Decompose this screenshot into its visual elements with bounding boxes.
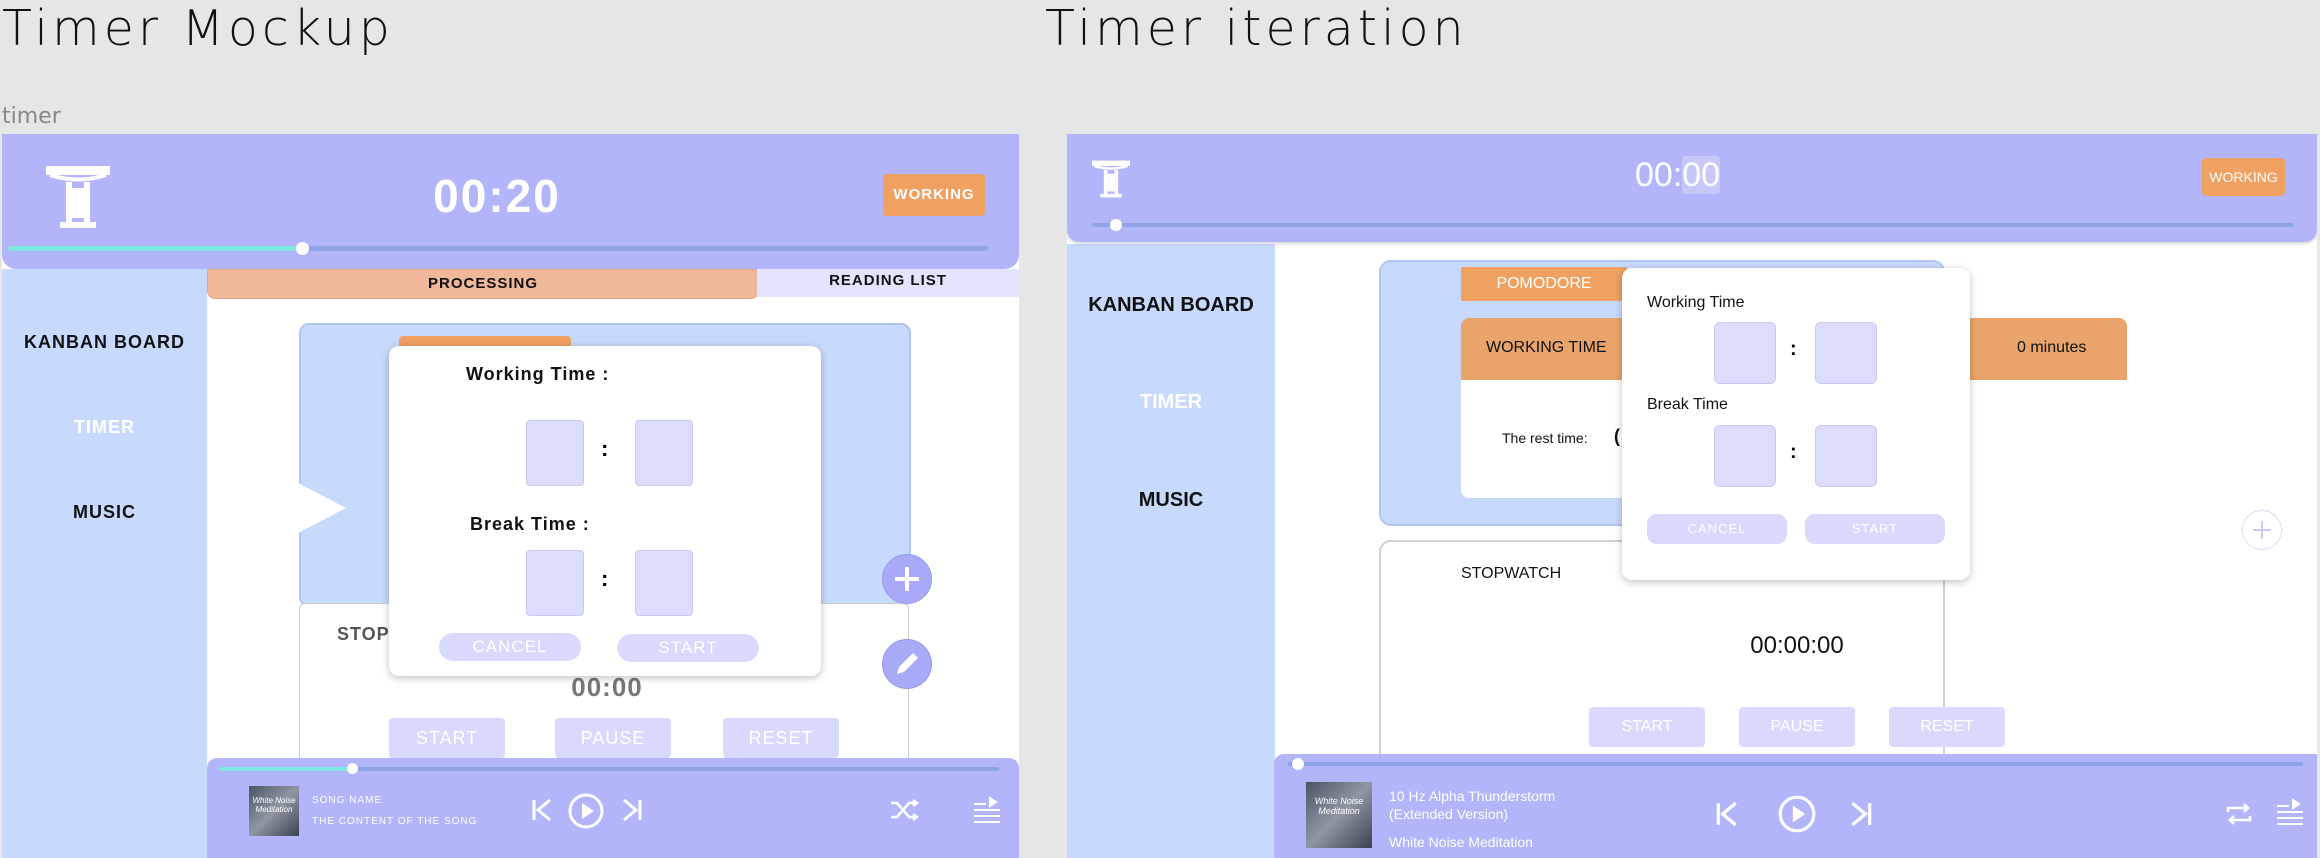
stopwatch-label: STOP <box>337 624 390 644</box>
working-time-label-modal: Working Time <box>1647 294 1745 311</box>
working-minutes-input[interactable] <box>635 420 693 486</box>
song-progress-track <box>219 767 999 771</box>
timer-minutes-selected[interactable]: 00 <box>1682 156 1721 194</box>
stopwatch-start-button[interactable]: START <box>389 718 505 758</box>
iteration-frame: KANBAN BOARD TIMER MUSIC 00:00 WORKING P… <box>1067 134 2317 858</box>
music-player-iteration: White Noise Meditation 10 Hz Alpha Thund… <box>1274 754 2317 858</box>
album-art-iteration: White Noise Meditation <box>1306 782 1372 848</box>
skip-forward-icon-iteration[interactable] <box>1849 801 1873 827</box>
break-colon: : <box>601 566 609 591</box>
break-hours-input-iteration[interactable] <box>1714 425 1776 487</box>
sidebar-iteration <box>1067 244 1275 858</box>
working-colon: : <box>601 436 609 461</box>
sidebar <box>2 269 207 858</box>
break-colon-iteration: : <box>1790 441 1797 463</box>
shuffle-icon[interactable] <box>889 799 919 821</box>
album-art-text-iteration: White Noise Meditation <box>1314 796 1364 816</box>
break-minutes-input-iteration[interactable] <box>1815 425 1877 487</box>
album-art: White Noise Meditation <box>249 786 299 836</box>
break-minutes-input[interactable] <box>635 550 693 616</box>
play-circle-icon[interactable] <box>567 792 605 830</box>
song-progress-knob-iteration[interactable] <box>1292 758 1305 770</box>
rest-time-value: ( <box>1614 426 1620 446</box>
timer-display: 00:20 <box>433 170 561 222</box>
timer-progress-track-iteration <box>1092 223 2294 227</box>
working-time-label: Working Time : <box>466 364 610 384</box>
nav-music[interactable]: MUSIC <box>2 502 207 523</box>
nav-music-iteration[interactable]: MUSIC <box>1067 489 1275 512</box>
nav-kanban-board-iteration[interactable]: KANBAN BOARD <box>1067 294 1275 317</box>
song-name: SONG NAME <box>312 795 383 806</box>
logo-t-icon <box>46 164 110 230</box>
working-status-button-iteration[interactable]: WORKING <box>2202 158 2285 196</box>
plus-icon <box>895 567 919 591</box>
song-content: THE CONTENT OF THE SONG <box>312 816 478 827</box>
pencil-icon <box>897 653 918 674</box>
play-circle-icon-iteration[interactable] <box>1777 794 1817 834</box>
song-title-line2: (Extended Version) <box>1389 806 1509 822</box>
skip-forward-icon[interactable] <box>621 798 643 822</box>
skip-back-icon[interactable] <box>531 798 553 822</box>
song-progress-track-iteration <box>1288 762 2303 766</box>
music-player: White Noise Meditation SONG NAME THE CON… <box>207 758 1019 858</box>
minutes-value: 0 minutes <box>2017 339 2087 356</box>
song-artist: White Noise Meditation <box>1389 834 1533 850</box>
tab-reading-list[interactable]: READING LIST <box>757 269 1019 297</box>
plus-icon-iteration <box>2253 521 2271 539</box>
modal-cancel-button[interactable]: CANCEL <box>439 633 581 661</box>
timer-progress-track <box>8 246 988 251</box>
timer-display-iteration: 00:00 <box>1635 156 1721 195</box>
working-status-button[interactable]: WORKING <box>883 174 985 216</box>
stopwatch-pause-button[interactable]: PAUSE <box>555 718 671 758</box>
frame-label: timer <box>2 104 61 129</box>
mockup-frame: KANBAN BOARD TIMER MUSIC 00:20 WORKING P… <box>2 134 1019 858</box>
add-plus-button[interactable] <box>882 554 932 604</box>
timer-hours: 00: <box>1635 156 1683 194</box>
working-hours-input-iteration[interactable] <box>1714 322 1776 384</box>
time-settings-modal: Working Time : : Break Time : : CANCEL S… <box>389 346 821 676</box>
nav-timer-iteration[interactable]: TIMER <box>1067 391 1275 414</box>
modal-start-button-iteration[interactable]: START <box>1805 514 1945 544</box>
song-title-line1: 10 Hz Alpha Thunderstorm <box>1389 788 1556 804</box>
working-hours-input[interactable] <box>526 420 584 486</box>
timer-progress-fill <box>8 246 302 251</box>
nav-kanban-board[interactable]: KANBAN BOARD <box>2 332 207 353</box>
play-triangle-icon[interactable] <box>294 480 348 536</box>
working-minutes-input-iteration[interactable] <box>1815 322 1877 384</box>
logo-t-icon-iteration <box>1092 156 1130 202</box>
stopwatch-time: 00:00 <box>571 672 643 702</box>
song-progress-knob[interactable] <box>346 763 358 774</box>
timer-progress-knob[interactable] <box>296 242 309 255</box>
time-settings-modal-iteration: Working Time : Break Time : CANCEL START <box>1622 268 1970 580</box>
left-page-title: Timer Mockup <box>2 0 394 57</box>
song-progress-fill <box>219 767 352 771</box>
add-plus-button-iteration[interactable] <box>2242 510 2282 550</box>
tab-processing[interactable]: PROCESSING <box>207 269 759 299</box>
modal-cancel-button-iteration[interactable]: CANCEL <box>1647 514 1787 544</box>
skip-back-icon-iteration[interactable] <box>1715 801 1739 827</box>
break-hours-input[interactable] <box>526 550 584 616</box>
modal-start-button[interactable]: START <box>617 634 759 662</box>
album-art-text: White Noise Meditation <box>252 796 296 814</box>
stopwatch-reset-button-iteration[interactable]: RESET <box>1889 707 2005 747</box>
stopwatch-start-button-iteration[interactable]: START <box>1589 707 1705 747</box>
nav-timer[interactable]: TIMER <box>2 417 207 438</box>
working-time-label-iteration: WORKING TIME <box>1486 339 1607 356</box>
break-time-label: Break Time : <box>470 514 590 534</box>
stopwatch-pause-button-iteration[interactable]: PAUSE <box>1739 707 1855 747</box>
break-time-label-modal: Break Time <box>1647 396 1728 413</box>
stopwatch-label-iteration: STOPWATCH <box>1461 565 1562 582</box>
playlist-icon[interactable] <box>972 796 1002 824</box>
timer-progress-knob-iteration[interactable] <box>1110 219 1123 231</box>
rest-time-label: The rest time: <box>1502 430 1588 446</box>
repeat-icon[interactable] <box>2224 802 2254 826</box>
pomodore-tab[interactable]: POMODORE <box>1461 267 1627 301</box>
playlist-icon-iteration[interactable] <box>2274 798 2306 826</box>
stopwatch-reset-button[interactable]: RESET <box>723 718 839 758</box>
right-page-title: Timer iteration <box>1045 0 1468 57</box>
working-colon-iteration: : <box>1790 338 1797 360</box>
stopwatch-time-iteration: 00:00:00 <box>1750 632 1844 659</box>
edit-pencil-button[interactable] <box>882 639 932 689</box>
